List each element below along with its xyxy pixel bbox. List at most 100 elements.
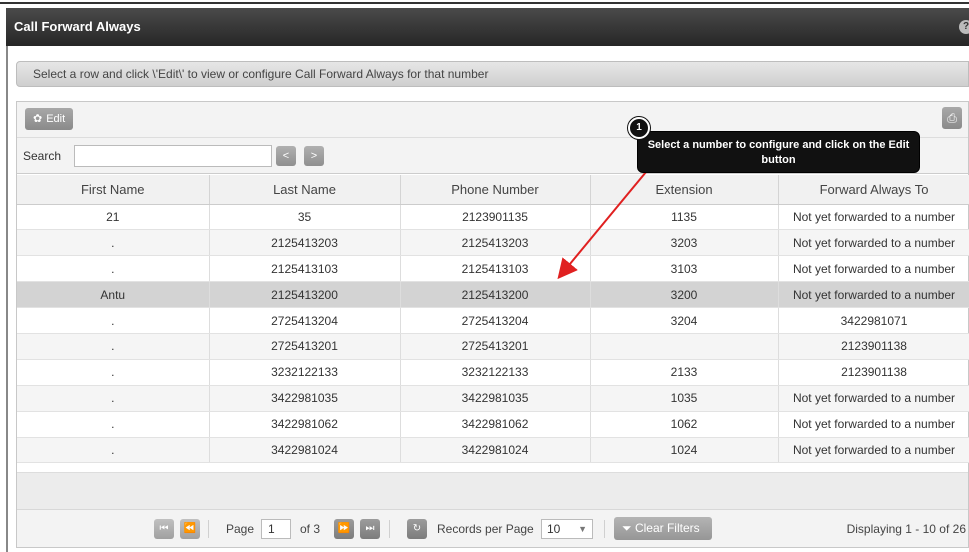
- cell-first-name: 21: [17, 204, 210, 231]
- cell-forward-to: 3422981071: [778, 307, 969, 334]
- search-prev-button[interactable]: <: [276, 146, 296, 166]
- next-page-button[interactable]: ⏩: [334, 519, 354, 539]
- cell-last-name: 3422981024: [209, 437, 401, 464]
- cell-phone-number: 2725413201: [400, 333, 591, 360]
- cell-forward-to: Not yet forwarded to a number: [778, 255, 969, 283]
- table-row[interactable]: . 3422981024 3422981024 1024 Not yet for…: [17, 437, 969, 464]
- cell-first-name: .: [17, 359, 210, 386]
- filter-icon: ⏷: [622, 521, 632, 535]
- print-button[interactable]: ⎙: [942, 107, 962, 129]
- cell-extension: 3204: [590, 307, 779, 334]
- cell-forward-to: Not yet forwarded to a number: [778, 437, 969, 464]
- clear-filters-label: Clear Filters: [634, 521, 700, 535]
- cell-phone-number: 2123901135: [400, 204, 591, 231]
- pager-separator: [208, 520, 209, 538]
- table-row[interactable]: . 2725413201 2725413201 2123901138: [17, 333, 969, 360]
- cell-first-name: .: [17, 411, 210, 438]
- cell-last-name: 3422981062: [209, 411, 401, 438]
- cell-first-name: .: [17, 229, 210, 257]
- cell-phone-number: 2125413103: [400, 255, 591, 283]
- refresh-icon: ↻: [412, 523, 422, 534]
- cell-first-name: .: [17, 437, 210, 464]
- page-number-input[interactable]: 1: [261, 519, 291, 539]
- cell-first-name: .: [17, 333, 210, 360]
- records-per-page-select[interactable]: 10 ▼: [541, 519, 593, 539]
- cell-extension: 3103: [590, 255, 779, 283]
- gear-icon: ✿: [33, 113, 43, 125]
- first-page-icon: ⏮: [159, 523, 169, 534]
- cell-last-name: 2125413203: [209, 229, 401, 257]
- column-header-phone-number[interactable]: Phone Number: [400, 175, 591, 205]
- cell-extension: 1062: [590, 411, 779, 438]
- records-per-page-value: 10: [547, 522, 561, 536]
- cell-forward-to: Not yet forwarded to a number: [778, 411, 969, 438]
- first-page-button[interactable]: ⏮: [154, 519, 174, 539]
- next-page-icon: ⏩: [337, 523, 351, 534]
- table-row[interactable]: . 2125413203 2125413203 3203 Not yet for…: [17, 229, 969, 257]
- page-label: Page: [226, 522, 255, 536]
- help-icon[interactable]: ?: [959, 20, 969, 34]
- cell-forward-to: 2123901138: [778, 333, 969, 360]
- pager-separator: [389, 520, 390, 538]
- cell-last-name: 2125413103: [209, 255, 401, 283]
- table-row[interactable]: . 2725413204 2725413204 3204 3422981071: [17, 307, 969, 334]
- table-row[interactable]: . 3232122133 3232122133 2133 2123901138: [17, 359, 969, 386]
- cell-extension: 1024: [590, 437, 779, 464]
- table-row[interactable]: . 3422981062 3422981062 1062 Not yet for…: [17, 411, 969, 438]
- callout-text: Select a number to configure and click o…: [647, 139, 910, 166]
- cell-forward-to: Not yet forwarded to a number: [778, 281, 969, 309]
- cell-first-name: .: [17, 255, 210, 283]
- cell-extension: 3203: [590, 229, 779, 257]
- cell-phone-number: 2125413200: [400, 281, 591, 309]
- display-range-label: Displaying 1 - 10 of 26: [846, 522, 966, 536]
- column-header-last-name[interactable]: Last Name: [209, 175, 401, 205]
- column-header-extension[interactable]: Extension: [590, 175, 779, 205]
- cell-last-name: 3232122133: [209, 359, 401, 386]
- cell-forward-to: Not yet forwarded to a number: [778, 204, 969, 231]
- table-row[interactable]: . 3422981035 3422981035 1035 Not yet for…: [17, 385, 969, 412]
- cell-phone-number: 3422981024: [400, 437, 591, 464]
- printer-icon: ⎙: [947, 111, 957, 125]
- step-badge: 1: [628, 117, 650, 139]
- table-row-selected[interactable]: Antu 2125413200 2125413200 3200 Not yet …: [17, 281, 969, 309]
- table-row[interactable]: 21 35 2123901135 1135 Not yet forwarded …: [17, 204, 969, 231]
- top-border: [0, 0, 969, 4]
- cell-extension: [590, 333, 779, 360]
- prev-page-icon: ⏪: [183, 523, 197, 534]
- cell-forward-to: 2123901138: [778, 359, 969, 386]
- edit-button[interactable]: ✿ Edit: [25, 108, 74, 130]
- content-left-border: [6, 46, 8, 552]
- cell-extension: 1035: [590, 385, 779, 412]
- cell-extension: 2133: [590, 359, 779, 386]
- column-header-forward-always-to[interactable]: Forward Always To: [778, 175, 969, 205]
- chevron-down-icon: ▼: [578, 524, 587, 534]
- cell-phone-number: 3232122133: [400, 359, 591, 386]
- window-titlebar: Call Forward Always ?: [6, 8, 969, 46]
- search-input[interactable]: [74, 145, 272, 167]
- pagination-bar: ⏮ ⏪ Page 1 of 3 ⏩ ⏭ ↻ Records per Page 1…: [17, 509, 968, 547]
- search-next-button[interactable]: >: [304, 146, 324, 166]
- cell-first-name: .: [17, 385, 210, 412]
- prev-page-button[interactable]: ⏪: [180, 519, 200, 539]
- cell-last-name: 2725413204: [209, 307, 401, 334]
- last-page-button[interactable]: ⏭: [360, 519, 380, 539]
- cell-forward-to: Not yet forwarded to a number: [778, 229, 969, 257]
- window-title: Call Forward Always: [14, 19, 141, 34]
- refresh-button[interactable]: ↻: [407, 519, 427, 539]
- cell-extension: 3200: [590, 281, 779, 309]
- cell-extension: 1135: [590, 204, 779, 231]
- search-label: Search: [23, 149, 62, 163]
- cell-phone-number: 3422981035: [400, 385, 591, 412]
- cell-last-name: 35: [209, 204, 401, 231]
- cell-phone-number: 2125413203: [400, 229, 591, 257]
- cell-last-name: 2125413200: [209, 281, 401, 309]
- page-count-label: of 3: [300, 522, 321, 536]
- records-per-page-label: Records per Page: [437, 522, 534, 536]
- cell-phone-number: 2725413204: [400, 307, 591, 334]
- last-page-icon: ⏭: [365, 523, 375, 534]
- table-row[interactable]: . 2125413103 2125413103 3103 Not yet for…: [17, 255, 969, 283]
- grid-footer-strip: [17, 472, 968, 509]
- cell-phone-number: 3422981062: [400, 411, 591, 438]
- column-header-first-name[interactable]: First Name: [17, 175, 210, 205]
- clear-filters-button[interactable]: ⏷ Clear Filters: [614, 517, 712, 540]
